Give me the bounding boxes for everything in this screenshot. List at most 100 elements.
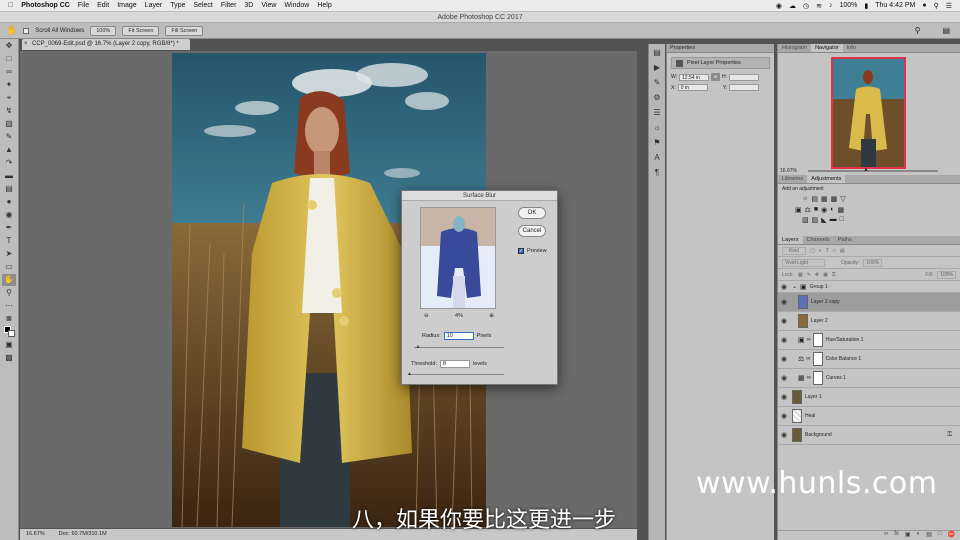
zoom-100-button[interactable]: 100% [90, 25, 117, 36]
menu-view[interactable]: View [261, 2, 276, 9]
menu-3d[interactable]: 3D [244, 2, 253, 9]
brush-tool-icon[interactable]: ✎ [2, 131, 16, 143]
height-field[interactable] [729, 73, 760, 81]
layer-name[interactable]: Color Balance 1 [826, 356, 862, 362]
zoom-tool-icon[interactable]: ⚲ [2, 287, 16, 299]
radius-slider[interactable]: ▲ [414, 344, 504, 350]
paragraph-icon[interactable]: ¶ [651, 167, 663, 179]
threshold-icon[interactable]: ◣ [821, 216, 826, 224]
exposure-icon[interactable]: ▩ [831, 195, 838, 203]
layer-row-layer-2-copy[interactable]: ◉ Layer 2 copy [778, 293, 960, 312]
close-tab-icon[interactable]: × [24, 39, 28, 50]
layer-mask-thumbnail[interactable] [812, 333, 823, 347]
visibility-eye-icon[interactable]: ◉ [778, 412, 790, 420]
blend-mode-select[interactable]: Vivid Light [782, 258, 825, 267]
adjust-icon[interactable]: ☼ [651, 122, 663, 134]
history-icon[interactable]: ▤ [651, 47, 663, 59]
preview-checkbox[interactable]: ✓ [518, 248, 524, 254]
default-colors-icon[interactable]: ▩ [2, 313, 16, 325]
brightness-icon[interactable]: ☼ [802, 195, 808, 203]
menu-window[interactable]: Window [284, 2, 309, 9]
y-field[interactable] [729, 84, 760, 91]
menu-help[interactable]: Help [317, 2, 331, 9]
selective-color-icon[interactable]: □ [840, 216, 844, 224]
battery-icon[interactable]: ▮ [864, 2, 868, 10]
opacity-field[interactable]: 100% [863, 258, 883, 267]
history-brush-tool-icon[interactable]: ↷ [2, 157, 16, 169]
actions-icon[interactable]: ▶ [651, 62, 663, 74]
layer-name[interactable]: Layer 2 [811, 318, 828, 324]
lock-all-icon[interactable]: ⚿ [832, 272, 836, 278]
lock-move-icon[interactable]: ✥ [815, 272, 819, 278]
menu-layer[interactable]: Layer [145, 2, 163, 9]
menu-image[interactable]: Image [117, 2, 136, 9]
visibility-eye-icon[interactable]: ◉ [778, 317, 790, 325]
fit-screen-button[interactable]: Fit Screen [122, 25, 160, 36]
record-icon[interactable]: ◉ [776, 2, 782, 10]
path-select-tool-icon[interactable]: ➤ [2, 248, 16, 260]
link-layers-icon[interactable]: ∞ [884, 531, 888, 540]
layer-row-layer-1[interactable]: ◉ Layer 1 [778, 388, 960, 407]
radius-field[interactable]: 10 [443, 332, 474, 340]
width-field[interactable]: 12.54 in [679, 73, 710, 81]
visibility-eye-icon[interactable]: ◉ [778, 355, 790, 363]
x-field[interactable]: 0 in [677, 84, 708, 91]
tab-layers[interactable]: Layers [778, 236, 803, 244]
cancel-button[interactable]: Cancel [518, 225, 546, 237]
new-group-icon[interactable]: ▤ [926, 531, 932, 540]
filter-adjust-icon[interactable]: ◐ [819, 248, 822, 254]
status-zoom[interactable]: 16.67% [26, 529, 45, 540]
shape-tool-icon[interactable]: ▭ [2, 261, 16, 273]
layer-name[interactable]: Curves 1 [826, 375, 846, 381]
apple-icon[interactable]:  [8, 2, 13, 9]
layer-mask-thumbnail[interactable] [812, 352, 823, 366]
layer-row-curves-1[interactable]: ◉ ▦ ∞ Curves 1 [778, 369, 960, 388]
properties-tab[interactable]: Properties [667, 44, 774, 53]
screen-mode-icon[interactable]: ▩ [2, 352, 16, 364]
clone-source-icon[interactable]: ☰ [651, 107, 663, 119]
tab-info[interactable]: Info [843, 44, 860, 52]
menu-file[interactable]: File [78, 2, 89, 9]
tab-navigator[interactable]: Navigator [811, 44, 843, 52]
tab-libraries[interactable]: Libraries [778, 175, 807, 183]
workspace-icon[interactable]: ▤ [942, 26, 950, 35]
navigator-zoom[interactable]: 16.67% [780, 168, 797, 174]
lasso-tool-icon[interactable]: ∞ [2, 66, 16, 78]
search-icon[interactable]: ⚲ [915, 26, 921, 35]
pen-tool-icon[interactable]: ✒ [2, 222, 16, 234]
user-icon[interactable]: ● [922, 2, 926, 9]
volume-icon[interactable]: ♪ [829, 2, 833, 9]
layer-name[interactable]: Hue/Saturation 1 [826, 337, 864, 343]
lock-pixels-icon[interactable]: ▦ [798, 272, 803, 278]
color-swatch[interactable] [2, 326, 16, 338]
more-tools-icon[interactable]: ⋯ [2, 300, 16, 312]
tool-presets-icon[interactable]: ⚙ [651, 92, 663, 104]
filter-shape-icon[interactable]: □ [833, 248, 836, 254]
layer-name[interactable]: Heal [805, 413, 815, 419]
navigator-thumbnail[interactable] [831, 57, 906, 169]
fill-field[interactable]: 100% [937, 270, 956, 279]
gradient-map-icon[interactable]: ▬ [830, 216, 837, 224]
tab-histogram[interactable]: Histogram [778, 44, 811, 52]
filter-smart-icon[interactable]: ▤ [840, 248, 845, 254]
ok-button[interactable]: OK [518, 207, 546, 219]
hand-tool-active-icon[interactable]: ✋ [2, 274, 16, 286]
quick-select-tool-icon[interactable]: ✦ [2, 79, 16, 91]
menu-select[interactable]: Select [193, 2, 212, 9]
navigator-zoom-slider[interactable]: ▲ [808, 167, 938, 173]
wifi-icon[interactable]: ≋ [816, 2, 822, 10]
posterize-icon[interactable]: ▨ [812, 216, 819, 224]
menu-type[interactable]: Type [170, 2, 185, 9]
layer-row-hue-saturation-1[interactable]: ◉ ▣ ∞ Hue/Saturation 1 [778, 331, 960, 350]
radius-slider-thumb[interactable]: ▲ [416, 344, 421, 350]
gradient-tool-icon[interactable]: ▤ [2, 183, 16, 195]
photo-filter-icon[interactable]: ◉ [821, 206, 827, 214]
character-icon[interactable]: A [651, 152, 663, 164]
mask-link-icon[interactable]: ∞ [807, 375, 811, 381]
dodge-tool-icon[interactable]: ◉ [2, 209, 16, 221]
new-layer-icon[interactable]: □ [938, 531, 942, 540]
notes-icon[interactable]: ⚑ [651, 137, 663, 149]
quick-mask-icon[interactable]: ▣ [2, 339, 16, 351]
move-tool-icon[interactable]: ✥ [2, 40, 16, 52]
mask-link-icon[interactable]: ∞ [806, 356, 810, 362]
